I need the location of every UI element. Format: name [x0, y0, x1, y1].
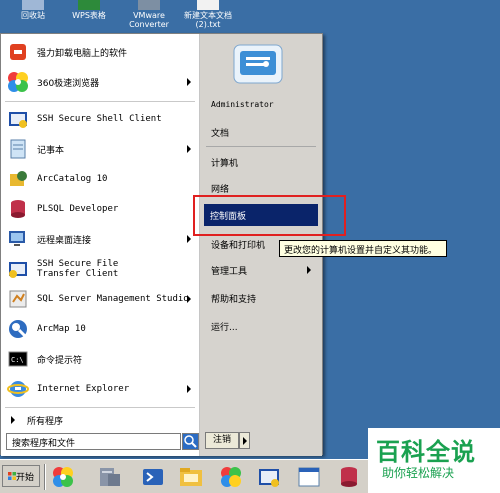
taskbar-ssh-icon[interactable]	[256, 464, 282, 490]
arccatalog-icon	[5, 166, 31, 192]
divider	[5, 407, 195, 408]
program-item-notepad[interactable]: 记事本	[5, 134, 195, 164]
start-menu: 强力卸载电脑上的软件 360极速浏览器 SSH Secure Shell Cli…	[0, 33, 323, 456]
recycle-bin-icon	[22, 0, 44, 10]
program-item-plsql[interactable]: PLSQL Developer	[5, 194, 195, 224]
cmd-icon: C:\	[5, 346, 31, 372]
desktop-icon-label: 回收站	[21, 11, 45, 20]
svg-text:C:\: C:\	[11, 356, 24, 364]
submenu-arrow-icon	[187, 295, 191, 303]
program-item-arcmap[interactable]: ArcMap 10	[5, 314, 195, 344]
program-item-uninstall[interactable]: 强力卸载电脑上的软件	[5, 37, 195, 67]
program-item-ie[interactable]: Internet Explorer	[5, 374, 195, 404]
ie-icon	[5, 376, 31, 402]
search-placeholder: 搜索程序和文件	[12, 439, 76, 449]
documents-link[interactable]: 文档	[211, 126, 229, 139]
sql-server-icon	[5, 286, 31, 312]
help-support-link[interactable]: 帮助和支持	[211, 292, 256, 305]
program-item-ssh-file-transfer[interactable]: SSH Secure File Transfer Client	[5, 254, 195, 284]
program-label: Internet Explorer	[37, 384, 130, 394]
program-label: SSH Secure File Transfer Client	[37, 259, 119, 279]
watermark-subtitle: 助你轻松解决	[382, 466, 455, 480]
admin-tools-arrow-icon	[307, 266, 311, 274]
highlight-annotation-box	[193, 195, 346, 236]
windows-logo-icon	[7, 472, 16, 480]
uninstall-icon	[5, 39, 31, 65]
all-programs-arrow-icon	[11, 416, 15, 424]
vmware-icon	[138, 0, 160, 10]
search-icon[interactable]	[182, 433, 199, 450]
program-item-cmd[interactable]: C:\ 命令提示符	[5, 344, 195, 374]
taskbar-window-icon[interactable]	[296, 464, 322, 490]
desktop-icon-label: WPS表格	[72, 11, 106, 20]
desktop-icon-text-file[interactable]: 新建文本文档 (2).txt	[176, 0, 240, 29]
taskbar-explorer-icon[interactable]	[178, 464, 204, 490]
taskbar-360-browser-icon[interactable]	[50, 464, 76, 490]
submenu-arrow-icon	[187, 385, 191, 393]
submenu-arrow-icon	[187, 145, 191, 153]
wps-sheet-icon	[78, 0, 100, 10]
divider	[5, 101, 195, 102]
admin-tools-link[interactable]: 管理工具	[211, 264, 247, 277]
program-item-360-browser[interactable]: 360极速浏览器	[5, 67, 195, 97]
program-item-ssh-shell[interactable]: SSH Secure Shell Client	[5, 104, 195, 134]
program-label: SSH Secure Shell Client	[37, 114, 162, 124]
program-label: 记事本	[37, 145, 65, 156]
taskbar-browser-color-icon[interactable]	[218, 464, 244, 490]
program-label: ArcMap 10	[37, 324, 86, 334]
taskbar-plsql-icon[interactable]	[336, 464, 362, 490]
tooltip-text: 更改您的计算机设置并自定义其功能。	[284, 246, 438, 256]
program-item-sql-server[interactable]: SQL Server Management Studio	[5, 284, 195, 314]
desktop-icon-label: VMware Converter	[129, 11, 169, 29]
program-label: PLSQL Developer	[37, 204, 119, 214]
desktop-icon-label: 新建文本文档 (2).txt	[184, 11, 232, 29]
program-label: SQL Server Management Studio	[37, 294, 189, 304]
text-file-icon	[197, 0, 219, 10]
user-name-link[interactable]: Administrator	[211, 100, 274, 109]
program-label: 命令提示符	[37, 355, 83, 366]
taskbar-divider	[44, 464, 46, 490]
desktop-icon-wps[interactable]: WPS表格	[58, 0, 120, 20]
all-programs-label: 所有程序	[27, 416, 64, 427]
taskbar-powershell-icon[interactable]	[140, 464, 166, 490]
program-label: 360极速浏览器	[37, 78, 100, 89]
ssh-shell-icon	[5, 106, 31, 132]
watermark-logo: 百科全说 助你轻松解决	[368, 428, 500, 493]
start-button[interactable]: 开始	[2, 465, 40, 487]
taskbar-server-manager-icon[interactable]	[96, 464, 122, 490]
desktop-icon-recycle-bin[interactable]: 回收站	[2, 0, 64, 20]
start-menu-programs-pane: 强力卸载电脑上的软件 360极速浏览器 SSH Secure Shell Cli…	[1, 34, 200, 456]
search-input[interactable]: 搜索程序和文件	[6, 433, 181, 450]
browser-360-icon	[5, 69, 31, 95]
start-label: 开始	[15, 472, 34, 483]
run-link[interactable]: 运行...	[211, 320, 238, 333]
submenu-arrow-icon	[187, 235, 191, 243]
shutdown-options-button[interactable]	[239, 432, 250, 449]
logout-button[interactable]: 注销	[205, 432, 239, 449]
arcmap-icon	[5, 316, 31, 342]
remote-desktop-icon	[5, 226, 31, 252]
computer-link[interactable]: 计算机	[211, 156, 238, 169]
program-item-arccatalog[interactable]: ArcCatalog 10	[5, 164, 195, 194]
all-programs-button[interactable]: 所有程序	[5, 411, 195, 429]
notepad-icon	[5, 136, 31, 162]
devices-printers-link[interactable]: 设备和打印机	[211, 238, 265, 251]
submenu-arrow-icon	[187, 78, 191, 86]
logout-label: 注销	[212, 435, 231, 445]
program-label: 强力卸载电脑上的软件	[37, 48, 128, 59]
desktop-icon-vmware[interactable]: VMware Converter	[118, 0, 180, 29]
plsql-icon	[5, 196, 31, 222]
control-panel-tooltip: 更改您的计算机设置并自定义其功能。	[279, 240, 447, 257]
user-picture[interactable]	[232, 43, 284, 85]
watermark-title: 百科全说	[376, 438, 476, 466]
program-label: ArcCatalog 10	[37, 174, 108, 184]
program-label: 远程桌面连接	[37, 235, 92, 246]
divider	[206, 146, 316, 147]
network-link[interactable]: 网络	[211, 182, 229, 195]
program-item-remote-desktop[interactable]: 远程桌面连接	[5, 224, 195, 254]
ssh-file-transfer-icon	[5, 256, 31, 282]
